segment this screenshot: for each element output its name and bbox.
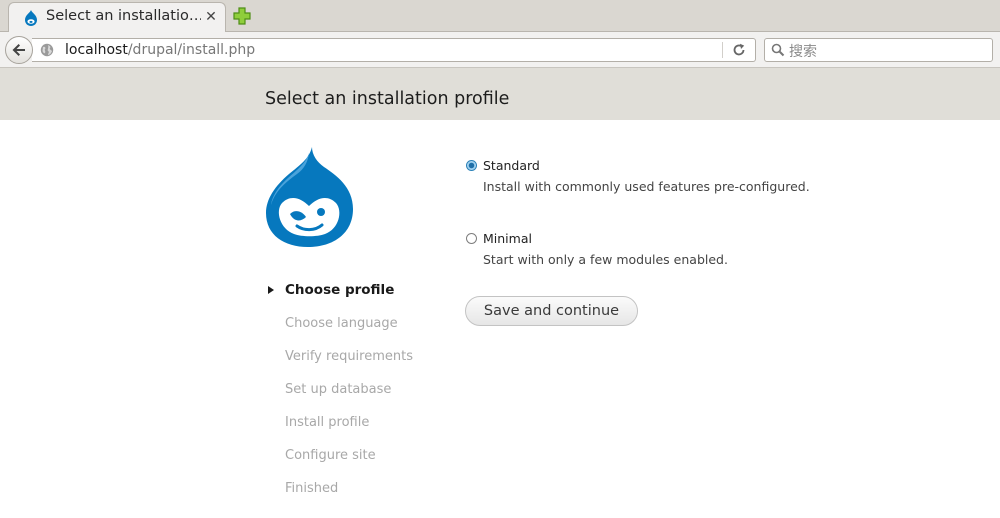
plus-icon[interactable] — [232, 6, 252, 26]
url-path: /drupal/install.php — [127, 42, 256, 58]
save-and-continue-button[interactable]: Save and continue — [465, 296, 638, 326]
radio-minimal[interactable] — [466, 233, 477, 244]
step-install-profile: Install profile — [285, 415, 370, 430]
tab-title: Select an installatio… — [46, 8, 201, 24]
url-bar[interactable]: localhost/drupal/install.php — [32, 38, 756, 62]
active-step-arrow-icon — [268, 286, 274, 294]
search-input[interactable]: 搜索 — [789, 41, 817, 61]
drupal-drop-icon — [266, 147, 353, 247]
option-label-standard[interactable]: Standard — [483, 158, 540, 173]
url-host: localhost — [65, 42, 128, 58]
option-desc-standard: Install with commonly used features pre-… — [483, 179, 810, 194]
browser-tab-active[interactable]: Select an installatio… ✕ — [8, 2, 226, 32]
reload-icon[interactable] — [732, 43, 746, 57]
step-set-up-database: Set up database — [285, 382, 392, 397]
step-configure-site: Configure site — [285, 448, 376, 463]
radio-standard[interactable] — [466, 160, 477, 171]
search-bar[interactable]: 搜索 — [764, 38, 993, 62]
globe-icon — [40, 43, 54, 57]
drupal-favicon-icon — [25, 10, 37, 26]
browser-tabstrip: Select an installatio… ✕ — [0, 0, 1000, 32]
option-label-minimal[interactable]: Minimal — [483, 231, 532, 246]
option-desc-minimal: Start with only a few modules enabled. — [483, 252, 728, 267]
browser-navbar: localhost/drupal/install.php 搜索 — [0, 32, 1000, 68]
page-title: Select an installation profile — [265, 89, 510, 109]
step-choose-language: Choose language — [285, 316, 398, 331]
step-verify-requirements: Verify requirements — [285, 349, 414, 364]
step-finished: Finished — [285, 481, 339, 496]
tab-close-icon[interactable]: ✕ — [204, 8, 218, 26]
back-button[interactable] — [5, 36, 33, 64]
back-arrow-icon — [12, 44, 25, 56]
url-divider — [722, 42, 723, 58]
search-icon — [771, 43, 785, 57]
step-choose-profile: Choose profile — [285, 282, 395, 298]
url-text[interactable]: localhost/drupal/install.php — [65, 42, 255, 58]
page-header: Select an installation profile — [0, 68, 1000, 120]
